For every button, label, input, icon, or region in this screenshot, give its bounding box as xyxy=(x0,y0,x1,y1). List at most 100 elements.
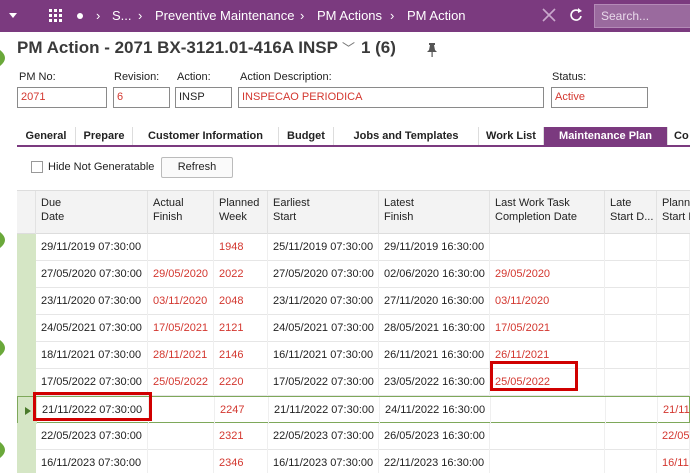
table-row[interactable]: 22/05/2023 07:30:00 2321 22/05/2023 07:30:… xyxy=(17,423,690,450)
cell-planned-start[interactable]: 22/05/ xyxy=(657,423,690,450)
cell-latest-finish[interactable]: 27/11/2020 16:30:00 xyxy=(379,288,490,315)
breadcrumb-item-2[interactable]: Preventive Maintenance xyxy=(155,0,294,32)
row-marker[interactable] xyxy=(17,450,36,473)
cell-actual-finish[interactable] xyxy=(148,423,214,450)
cell-actual-finish[interactable]: 28/11/2021 xyxy=(148,342,214,369)
table-row[interactable]: 27/05/2020 07:30:00 29/05/2020 2022 27/05/2… xyxy=(17,261,690,288)
action-description-field[interactable]: INSPECAO PERIODICA xyxy=(238,87,544,108)
cell-late-start-date[interactable] xyxy=(605,288,657,315)
cell-planned-week[interactable]: 1948 xyxy=(214,234,268,261)
pin-icon[interactable] xyxy=(426,42,438,58)
cell-latest-finish[interactable]: 23/05/2022 16:30:00 xyxy=(379,369,490,396)
cell-late-start-date[interactable] xyxy=(605,315,657,342)
cell-latest-finish[interactable]: 26/05/2023 16:30:00 xyxy=(379,423,490,450)
cell-latest-finish[interactable]: 24/11/2022 16:30:00 xyxy=(380,397,491,424)
cell-planned-start[interactable]: 16/11/ xyxy=(657,450,690,473)
table-row[interactable]: 16/11/2023 07:30:00 2346 16/11/2023 07:30:… xyxy=(17,450,690,473)
cell-late-start-date[interactable] xyxy=(605,261,657,288)
status-field[interactable]: Active xyxy=(551,87,648,108)
cell-planned-start[interactable]: 21/11/ xyxy=(658,397,690,424)
cell-earliest-start[interactable]: 16/11/2021 07:30:00 xyxy=(268,342,379,369)
cell-late-start-date[interactable] xyxy=(605,369,657,396)
cell-latest-finish[interactable]: 29/11/2019 16:30:00 xyxy=(379,234,490,261)
tab-customer-information[interactable]: Customer Information xyxy=(133,127,279,145)
cell-last-work-task-completion-date[interactable]: 03/11/2020 xyxy=(490,288,605,315)
tab-general[interactable]: General xyxy=(17,127,76,145)
tab-jobs-and-templates[interactable]: Jobs and Templates xyxy=(334,127,479,145)
hide-not-generatable-checkbox[interactable] xyxy=(31,161,43,173)
cell-due-date[interactable]: 18/11/2021 07:30:00 xyxy=(36,342,148,369)
breadcrumb-item-1[interactable]: S... xyxy=(112,0,132,32)
apps-grid-icon[interactable] xyxy=(48,0,64,32)
tab-more[interactable]: Co xyxy=(668,127,690,145)
cell-actual-finish[interactable] xyxy=(148,450,214,473)
cell-earliest-start[interactable]: 17/05/2022 07:30:00 xyxy=(268,369,379,396)
cell-late-start-date[interactable] xyxy=(605,234,657,261)
cell-earliest-start[interactable]: 24/05/2021 07:30:00 xyxy=(268,315,379,342)
cell-planned-week[interactable]: 2146 xyxy=(214,342,268,369)
cell-earliest-start[interactable]: 23/11/2020 07:30:00 xyxy=(268,288,379,315)
column-header-latest-finish[interactable]: Latest Finish xyxy=(379,191,490,234)
cell-due-date[interactable]: 29/11/2019 07:30:00 xyxy=(36,234,148,261)
table-row[interactable]: 23/11/2020 07:30:00 03/11/2020 2048 23/11/2… xyxy=(17,288,690,315)
row-marker[interactable] xyxy=(17,315,36,342)
cell-due-date[interactable]: 24/05/2021 07:30:00 xyxy=(36,315,148,342)
cell-last-work-task-completion-date[interactable] xyxy=(490,423,605,450)
cell-earliest-start[interactable]: 27/05/2020 07:30:00 xyxy=(268,261,379,288)
cell-earliest-start[interactable]: 16/11/2023 07:30:00 xyxy=(268,450,379,473)
tab-maintenance-plan[interactable]: Maintenance Plan xyxy=(544,127,668,145)
dot-icon[interactable] xyxy=(76,0,84,32)
table-row[interactable]: 29/11/2019 07:30:00 1948 25/11/2019 07:30:… xyxy=(17,234,690,261)
refresh-button[interactable]: Refresh xyxy=(161,157,233,178)
column-header-earliest-start[interactable]: Earliest Start xyxy=(268,191,379,234)
chevron-down-icon[interactable]: ﹀ xyxy=(342,38,355,57)
cell-planned-week[interactable]: 2220 xyxy=(214,369,268,396)
cell-earliest-start[interactable]: 22/05/2023 07:30:00 xyxy=(268,423,379,450)
tab-prepare[interactable]: Prepare xyxy=(76,127,133,145)
cell-planned-start[interactable] xyxy=(657,315,690,342)
cell-actual-finish[interactable] xyxy=(149,397,215,424)
close-icon[interactable] xyxy=(541,0,557,32)
cell-actual-finish[interactable]: 17/05/2021 xyxy=(148,315,214,342)
column-header-planned-start[interactable]: Plann Start I xyxy=(657,191,690,234)
tab-budget[interactable]: Budget xyxy=(279,127,334,145)
row-marker[interactable] xyxy=(17,261,36,288)
breadcrumb-item-3[interactable]: PM Actions xyxy=(317,0,382,32)
cell-actual-finish[interactable]: 25/05/2022 xyxy=(148,369,214,396)
cell-planned-start[interactable] xyxy=(657,234,690,261)
table-row[interactable]: 18/11/2021 07:30:00 28/11/2021 2146 16/11/2… xyxy=(17,342,690,369)
cell-late-start-date[interactable] xyxy=(605,450,657,473)
cell-planned-start[interactable] xyxy=(657,288,690,315)
cell-planned-week[interactable]: 2022 xyxy=(214,261,268,288)
cell-planned-week[interactable]: 2346 xyxy=(214,450,268,473)
cell-last-work-task-completion-date[interactable]: 17/05/2021 xyxy=(490,315,605,342)
cell-due-date[interactable]: 23/11/2020 07:30:00 xyxy=(36,288,148,315)
cell-late-start-date[interactable] xyxy=(605,423,657,450)
table-row[interactable]: 24/05/2021 07:30:00 17/05/2021 2121 24/05/2… xyxy=(17,315,690,342)
cell-planned-week[interactable]: 2321 xyxy=(214,423,268,450)
cell-latest-finish[interactable]: 28/05/2021 16:30:00 xyxy=(379,315,490,342)
column-header-actual-finish[interactable]: Actual Finish xyxy=(148,191,214,234)
cell-earliest-start[interactable]: 25/11/2019 07:30:00 xyxy=(268,234,379,261)
cell-latest-finish[interactable]: 26/11/2021 16:30:00 xyxy=(379,342,490,369)
tab-work-list[interactable]: Work List xyxy=(479,127,544,145)
cell-last-work-task-completion-date[interactable] xyxy=(490,234,605,261)
cell-last-work-task-completion-date[interactable]: 29/05/2020 xyxy=(490,261,605,288)
row-marker[interactable] xyxy=(17,234,36,261)
action-field[interactable]: INSP xyxy=(175,87,232,108)
column-header-late-start-date[interactable]: Late Start D... xyxy=(605,191,657,234)
cell-latest-finish[interactable]: 22/11/2023 16:30:00 xyxy=(379,450,490,473)
cell-planned-start[interactable] xyxy=(657,369,690,396)
cell-latest-finish[interactable]: 02/06/2020 16:30:00 xyxy=(379,261,490,288)
cell-planned-week[interactable]: 2121 xyxy=(214,315,268,342)
menu-arrow-icon[interactable] xyxy=(8,0,18,32)
cell-earliest-start[interactable]: 21/11/2022 07:30:00 xyxy=(269,397,380,424)
cell-late-start-date[interactable] xyxy=(606,397,658,424)
cell-last-work-task-completion-date[interactable] xyxy=(491,397,606,424)
row-marker[interactable] xyxy=(17,288,36,315)
cell-last-work-task-completion-date[interactable] xyxy=(490,450,605,473)
cell-actual-finish[interactable]: 03/11/2020 xyxy=(148,288,214,315)
column-header-last-work-task-completion-date[interactable]: Last Work Task Completion Date xyxy=(490,191,605,234)
column-header-due-date[interactable]: Due Date xyxy=(36,191,148,234)
revision-field[interactable]: 6 xyxy=(113,87,170,108)
